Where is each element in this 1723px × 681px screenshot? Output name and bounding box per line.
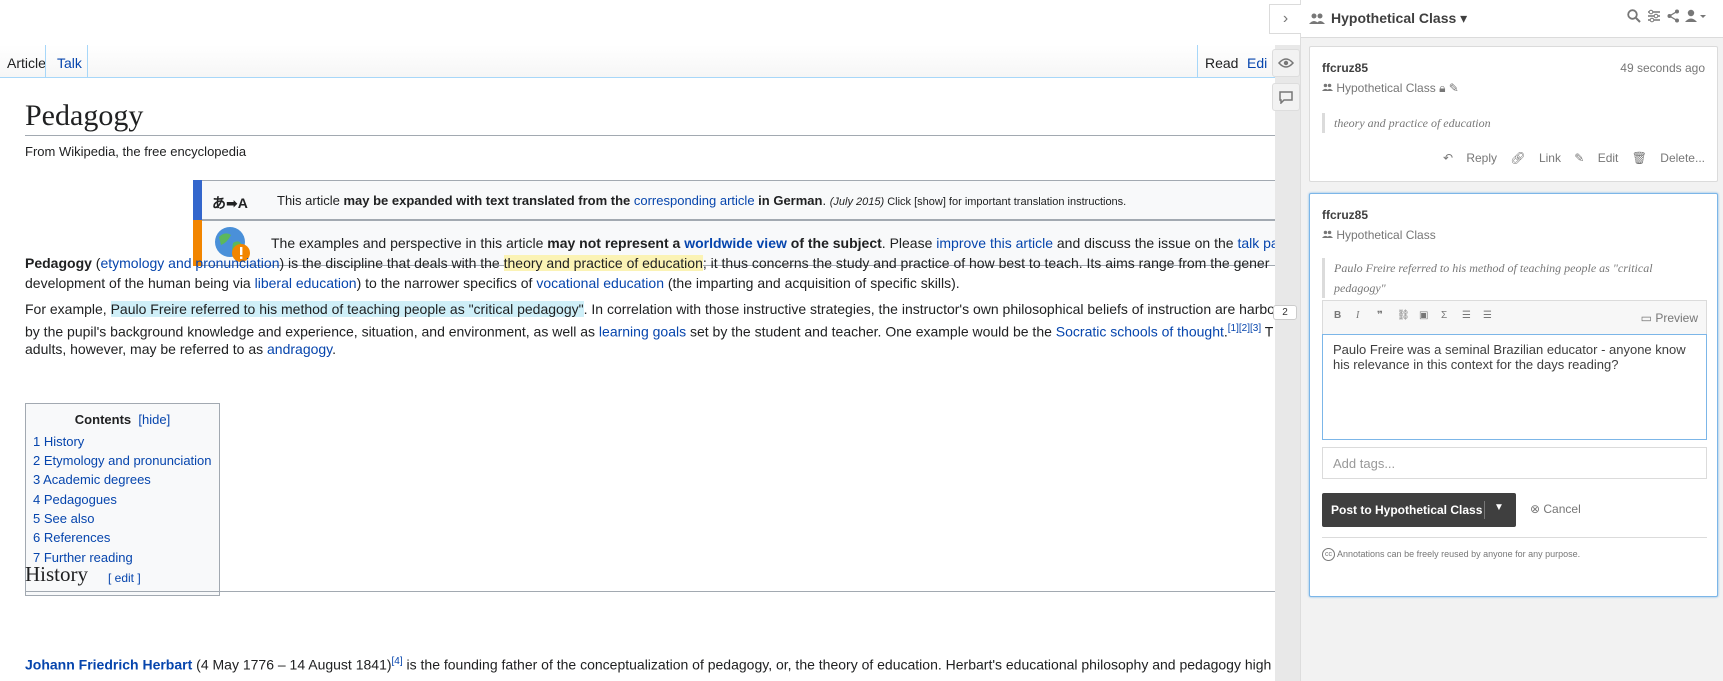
corresponding-article-link[interactable]: corresponding article [634,193,755,208]
wikipedia-article: Article Talk Read Edi Pedagogy From Wiki… [0,0,1300,681]
share-icon[interactable] [1667,9,1680,26]
tab-read[interactable]: Read [1205,55,1238,71]
tab-talk[interactable]: Talk [57,55,82,71]
improve-article-link[interactable]: improve this article [936,235,1053,251]
paragraph-example-line1: For example, Paulo Freire referred to hi… [25,301,1275,317]
annotation-quote: Paulo Freire referred to his method of t… [1322,258,1707,298]
annotation-user[interactable]: ffcruz85 [1322,61,1368,75]
andragogy-link[interactable]: andragogy [267,341,332,357]
preview-button[interactable]: ▭ Preview [1641,311,1698,325]
annotation-actions: ↶ Reply 🔗︎ Link ✎ Edit 🗑︎ Delete... [1433,151,1705,165]
group-icon [1309,12,1325,30]
site-subtitle: From Wikipedia, the free encyclopedia [25,144,247,159]
liberal-education-link[interactable]: liberal education [255,275,357,291]
toc-hide-link[interactable]: [hide] [138,412,170,427]
citation-1-2-3[interactable]: [1][2][3] [1228,323,1261,334]
tags-input[interactable]: Add tags... [1322,447,1707,479]
quote-icon[interactable]: ❞ [1377,310,1383,321]
edit-button[interactable]: ✎ Edit [1574,151,1618,165]
numbered-list-icon[interactable]: ☰ [1462,310,1471,321]
comment-icon[interactable] [1272,83,1300,111]
toc-item-see-also[interactable]: 5 See also [33,511,94,526]
caret-down-icon[interactable]: ▼ [1494,502,1504,513]
editor-toolbar: B I ❞ ⛓︎ ▣ Σ ☰ ☰ ▭ Preview [1322,300,1707,334]
eye-icon[interactable] [1272,49,1300,77]
annotation-count-badge[interactable]: 2 [1273,305,1297,320]
toc-item-history[interactable]: 1 History [33,434,84,449]
annotation-gutter [1275,45,1300,681]
socratic-schools-link[interactable]: Socratic schools of thought [1056,324,1224,340]
translation-notice: あ➡A This article may be expanded with te… [193,180,1300,220]
annotation-text-input[interactable]: Paulo Freire was a seminal Brazilian edu… [1322,334,1707,440]
link-button[interactable]: 🔗︎ Link [1510,151,1561,165]
search-icon[interactable] [1627,9,1641,26]
math-icon[interactable]: Σ [1441,310,1447,321]
bold-icon[interactable]: B [1334,310,1341,321]
paragraph-intro-line2: development of the human being via liber… [25,275,960,291]
toc-item-pedagogues[interactable]: 4 Pedagogues [33,492,117,507]
history-edit-link[interactable]: [ edit ] [108,571,141,585]
link-icon[interactable]: ⛓︎ [1397,310,1410,321]
vocational-education-link[interactable]: vocational education [536,275,664,291]
toc-item-references[interactable]: 6 References [33,530,110,545]
translate-icon: あ➡A [212,195,248,211]
lock-icon: 🔒︎ [1439,81,1446,95]
highlight-theory-practice[interactable]: theory and practice of education [503,255,703,271]
group-selector[interactable]: Hypothetical Class ▾ [1331,10,1467,27]
sort-filter-icon[interactable] [1647,9,1661,26]
annotation-timestamp[interactable]: 49 seconds ago [1620,61,1705,75]
history-heading: History [25,562,88,586]
image-icon[interactable]: ▣ [1419,310,1428,321]
delete-button[interactable]: 🗑︎ Delete... [1632,151,1705,165]
post-button[interactable]: Post to Hypothetical Class ▼ [1322,493,1516,527]
cancel-button[interactable]: ⊗ Cancel [1530,502,1581,516]
sidebar-topbar: › Hypothetical Class ▾ [1269,0,1723,38]
worldwide-view-link[interactable]: worldwide view [684,235,787,251]
user-menu-icon[interactable] [1685,9,1707,26]
talk-page-link[interactable]: talk pa [1237,235,1278,251]
pencil-icon: ✎ [1448,81,1459,95]
learning-goals-link[interactable]: learning goals [599,324,686,340]
annotation-quote: theory and practice of education [1322,113,1491,133]
annotation-card-1[interactable]: ffcruz85 49 seconds ago Hypothetical Cla… [1309,46,1718,182]
citation-4[interactable]: [4] [392,656,403,667]
bullet-list-icon[interactable]: ☰ [1483,310,1492,321]
etymology-link[interactable]: etymology and pronunciation [100,255,279,271]
toc-item-academic-degrees[interactable]: 3 Academic degrees [33,472,151,487]
annotation-user[interactable]: ffcruz85 [1322,208,1368,222]
paragraph-history-line1: Johann Friedrich Herbart (4 May 1776 – 1… [25,656,1272,673]
tab-article[interactable]: Article [7,55,46,71]
hypothesis-sidebar: › Hypothetical Class ▾ ffcruz85 49 secon… [1269,0,1723,681]
herbart-link[interactable]: Johann Friedrich Herbart [25,657,192,673]
annotation-group: Hypothetical Class 🔒︎ ✎ [1322,81,1459,96]
tabs-bar: Article Talk Read Edi [0,45,1300,78]
paragraph-intro-line1: Pedagogy (etymology and pronunciation) i… [25,255,1270,271]
reply-button[interactable]: ↶ Reply [1443,151,1497,165]
page-title: Pedagogy [25,99,144,132]
toc-heading: Contents [74,412,132,427]
paragraph-example-line3: adults, however, may be referred to as a… [25,341,337,357]
license-notice: cc Annotations can be freely reused by a… [1322,537,1707,561]
highlight-paulo-freire[interactable]: Paulo Freire referred to his method of t… [110,301,584,317]
creative-commons-icon: cc [1322,548,1335,561]
annotation-editor-card: ffcruz85 Hypothetical Class Paulo Freire… [1309,193,1718,597]
annotation-group: Hypothetical Class [1322,228,1436,242]
tab-edit[interactable]: Edi [1247,55,1267,71]
chevron-right-icon[interactable]: › [1269,4,1301,34]
toc-item-etymology[interactable]: 2 Etymology and pronunciation [33,453,212,468]
italic-icon[interactable]: I [1356,310,1359,321]
